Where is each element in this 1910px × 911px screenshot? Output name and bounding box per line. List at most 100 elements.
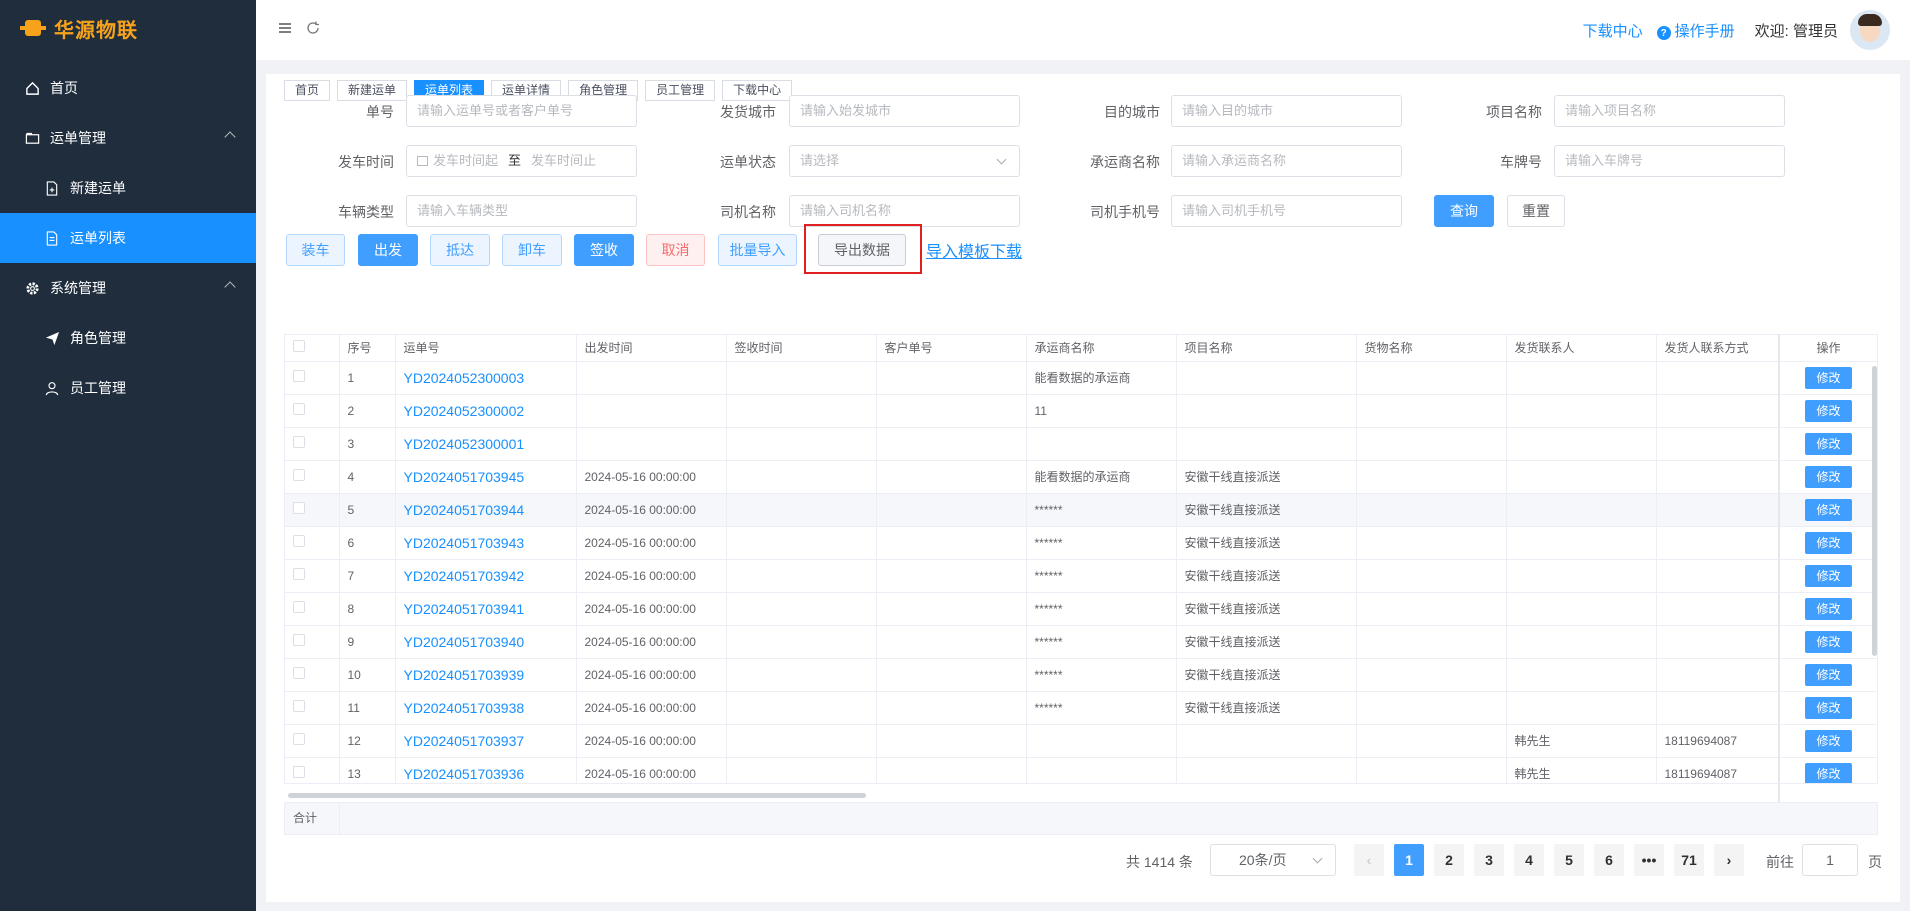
waybill-no-link[interactable]: YD2024051703938 — [395, 691, 577, 725]
waybill-no-link[interactable]: YD2024052300002 — [395, 394, 577, 428]
row-checkbox-cell[interactable] — [285, 526, 340, 560]
row-checkbox[interactable] — [293, 535, 305, 547]
template-download-link[interactable]: 导入模板下载 — [926, 238, 1022, 262]
row-checkbox-cell[interactable] — [285, 427, 340, 461]
table-row[interactable]: 4 YD2024051703945 2024-05-16 00:00:00 能看数据的… — [285, 460, 1877, 494]
waybill-no-link[interactable]: YD2024051703941 — [395, 592, 577, 626]
page-button[interactable]: 71 — [1674, 844, 1704, 876]
sidebar-item-waybill-list[interactable]: 运单列表 — [0, 213, 256, 263]
from-city-input[interactable]: 请输入始发城市 — [789, 95, 1020, 127]
waybill-no-link[interactable]: YD2024051703943 — [395, 526, 577, 560]
row-checkbox[interactable] — [293, 601, 305, 613]
avatar[interactable] — [1850, 10, 1890, 50]
waybill-no-link[interactable]: YD2024051703940 — [395, 625, 577, 659]
edit-button[interactable]: 修改 — [1805, 432, 1852, 455]
vehicle-type-input[interactable]: 请输入车辆类型 — [406, 195, 637, 227]
page-button[interactable]: 4 — [1514, 844, 1544, 876]
vertical-scrollbar[interactable] — [1872, 366, 1877, 656]
edit-button[interactable]: 修改 — [1805, 366, 1852, 389]
row-checkbox-cell[interactable] — [285, 691, 340, 725]
page-size-select[interactable]: 20条/页 — [1210, 844, 1336, 876]
table-row[interactable]: 9 YD2024051703940 2024-05-16 00:00:00 *****… — [285, 625, 1877, 659]
hamburger-icon[interactable] — [278, 21, 292, 39]
table-row[interactable]: 7 YD2024051703942 2024-05-16 00:00:00 *****… — [285, 559, 1877, 593]
page-button[interactable]: 2 — [1434, 844, 1464, 876]
table-row[interactable]: 5 YD2024051703944 2024-05-16 00:00:00 *****… — [285, 493, 1877, 527]
table-row[interactable]: 12 YD2024051703937 2024-05-16 00:00:00 韩先生 1… — [285, 724, 1877, 758]
row-checkbox-cell[interactable] — [285, 394, 340, 428]
arrive-button[interactable]: 抵达 — [430, 234, 490, 266]
table-row[interactable]: 3 YD2024052300001 修改 — [285, 427, 1877, 461]
table-row[interactable]: 13 YD2024051703936 2024-05-16 00:00:00 韩先生 1… — [285, 757, 1877, 783]
sidebar-item-waybill-management[interactable]: 运单管理 — [0, 113, 256, 163]
row-checkbox-cell[interactable] — [285, 361, 340, 395]
horizontal-scrollbar[interactable] — [288, 793, 866, 798]
driver-phone-input[interactable]: 请输入司机手机号 — [1171, 195, 1402, 227]
download-center-link[interactable]: 下载中心 — [1583, 20, 1643, 41]
tab-download-center[interactable]: 下载中心 — [722, 80, 793, 101]
row-checkbox[interactable] — [293, 700, 305, 712]
sidebar-item-home[interactable]: 首页 — [0, 63, 256, 113]
goto-page-input[interactable]: 1 — [1802, 844, 1858, 876]
load-button[interactable]: 装车 — [286, 234, 345, 266]
status-select[interactable]: 请选择 — [789, 145, 1020, 177]
row-checkbox-cell[interactable] — [285, 592, 340, 626]
table-row[interactable]: 11 YD2024051703938 2024-05-16 00:00:00 ****… — [285, 691, 1877, 725]
project-input[interactable]: 请输入项目名称 — [1554, 95, 1785, 127]
edit-button[interactable]: 修改 — [1805, 630, 1852, 653]
row-checkbox-cell[interactable] — [285, 625, 340, 659]
row-checkbox[interactable] — [293, 436, 305, 448]
table-row[interactable]: 6 YD2024051703943 2024-05-16 00:00:00 *****… — [285, 526, 1877, 560]
waybill-no-link[interactable]: YD2024051703942 — [395, 559, 577, 593]
row-checkbox[interactable] — [293, 766, 305, 778]
page-button[interactable]: 6 — [1594, 844, 1624, 876]
tab-new-waybill[interactable]: 新建运单 — [337, 80, 408, 101]
edit-button[interactable]: 修改 — [1805, 696, 1852, 719]
waybill-no-link[interactable]: YD2024051703945 — [395, 460, 577, 494]
select-all-checkbox[interactable] — [293, 340, 305, 353]
row-checkbox[interactable] — [293, 403, 305, 415]
waybill-no-link[interactable]: YD2024051703944 — [395, 493, 577, 527]
edit-button[interactable]: 修改 — [1805, 399, 1852, 422]
edit-button[interactable]: 修改 — [1805, 663, 1852, 686]
driver-input[interactable]: 请输入司机名称 — [789, 195, 1020, 227]
sign-button[interactable]: 签收 — [574, 234, 634, 266]
page-button[interactable]: 1 — [1394, 844, 1424, 876]
row-checkbox-cell[interactable] — [285, 493, 340, 527]
query-button[interactable]: 查询 — [1434, 195, 1494, 227]
page-button[interactable]: 5 — [1554, 844, 1584, 876]
row-checkbox-cell[interactable] — [285, 559, 340, 593]
table-row[interactable]: 1 YD2024052300003 能看数据的承运商 修改 — [285, 361, 1877, 395]
waybill-no-link[interactable]: YD2024051703936 — [395, 757, 577, 783]
edit-button[interactable]: 修改 — [1805, 531, 1852, 554]
row-checkbox[interactable] — [293, 502, 305, 514]
row-checkbox[interactable] — [293, 568, 305, 580]
row-checkbox[interactable] — [293, 370, 305, 382]
header-checkbox-cell[interactable] — [285, 335, 340, 362]
depart-button[interactable]: 出发 — [358, 234, 418, 266]
order-no-input[interactable]: 请输入运单号或者客户单号 — [406, 95, 637, 127]
sidebar-item-staff-management[interactable]: 员工管理 — [0, 363, 256, 413]
reset-button[interactable]: 重置 — [1507, 195, 1565, 227]
refresh-icon[interactable] — [306, 21, 320, 39]
edit-button[interactable]: 修改 — [1805, 729, 1852, 752]
page-button[interactable]: 3 — [1474, 844, 1504, 876]
row-checkbox[interactable] — [293, 634, 305, 646]
edit-button[interactable]: 修改 — [1805, 597, 1852, 620]
waybill-no-link[interactable]: YD2024052300003 — [395, 361, 577, 395]
row-checkbox[interactable] — [293, 733, 305, 745]
manual-link[interactable]: ? 操作手册 — [1656, 20, 1735, 41]
batch-import-button[interactable]: 批量导入 — [718, 234, 797, 266]
cancel-button[interactable]: 取消 — [646, 234, 705, 266]
depart-time-range[interactable]: 发车时间起 至 发车时间止 — [406, 145, 637, 177]
row-checkbox[interactable] — [293, 667, 305, 679]
edit-button[interactable]: 修改 — [1805, 465, 1852, 488]
tab-home[interactable]: 首页 — [284, 80, 331, 101]
sidebar-item-system-management[interactable]: 系统管理 — [0, 263, 256, 313]
unload-button[interactable]: 卸车 — [502, 234, 562, 266]
table-row[interactable]: 10 YD2024051703939 2024-05-16 00:00:00 ****… — [285, 658, 1877, 692]
row-checkbox[interactable] — [293, 469, 305, 481]
edit-button[interactable]: 修改 — [1805, 762, 1852, 783]
sidebar-item-role-management[interactable]: 角色管理 — [0, 313, 256, 363]
next-page-button[interactable]: › — [1714, 844, 1744, 876]
